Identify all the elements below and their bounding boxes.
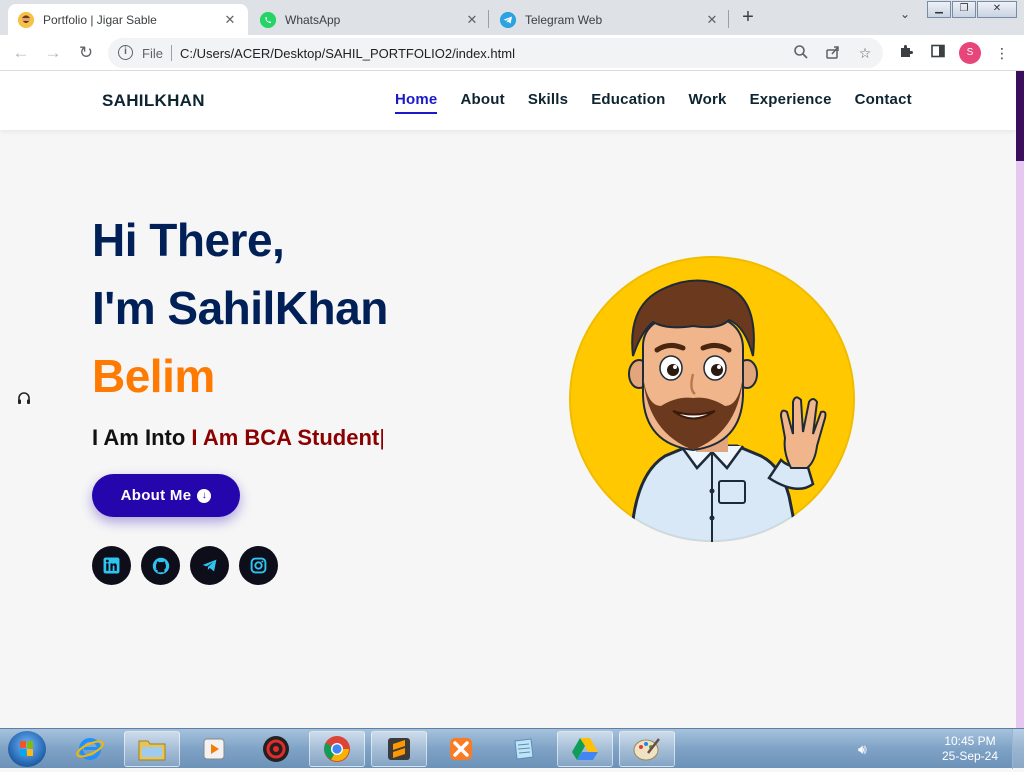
profile-avatar-illustration [569, 256, 855, 542]
close-tab-icon[interactable]: ✕ [222, 12, 238, 28]
volume-icon[interactable]: 🔊︎ [858, 741, 867, 758]
social-links [92, 546, 288, 585]
browser-tab-strip: Portfolio | Jigar Sable ✕ WhatsApp ✕ Tel… [0, 0, 1024, 35]
windows-taskbar: 🔊︎ 10:45 PM 25-Sep-24 [0, 728, 1024, 769]
headset-icon[interactable] [16, 391, 32, 407]
tab-title: WhatsApp [285, 12, 341, 27]
forward-button[interactable]: → [40, 40, 66, 66]
instagram-icon[interactable] [239, 546, 278, 585]
typing-prefix: I Am Into [92, 425, 186, 450]
file-explorer-icon[interactable] [124, 731, 180, 767]
typing-text: I Am Into I Am BCA Student| [92, 425, 385, 451]
game-app-icon[interactable] [248, 731, 304, 767]
tab-separator [728, 10, 729, 28]
tab-title: Portfolio | Jigar Sable [43, 12, 157, 27]
close-tab-icon[interactable]: ✕ [464, 12, 480, 28]
telegram-icon [500, 11, 516, 28]
page-scrollbar-thumb[interactable] [1016, 71, 1024, 161]
url-text[interactable]: C:/Users/ACER/Desktop/SAHIL_PORTFOLIO2/i… [180, 46, 515, 61]
nav-contact[interactable]: Contact [855, 91, 912, 114]
paint-icon[interactable] [619, 731, 675, 767]
notepad-icon[interactable] [495, 731, 551, 767]
tab-telegram[interactable]: Telegram Web ✕ [490, 4, 730, 35]
nav-skills[interactable]: Skills [528, 91, 568, 114]
whatsapp-icon [260, 11, 276, 28]
minimize-button[interactable]: ▁ [927, 1, 951, 18]
new-tab-button[interactable]: + [736, 6, 760, 30]
close-tab-icon[interactable]: ✕ [704, 12, 720, 28]
site-logo[interactable]: SAHILKHAN [102, 91, 205, 111]
nav-experience[interactable]: Experience [750, 91, 832, 114]
about-me-label: About Me [120, 487, 192, 504]
tab-search-icon[interactable]: ⌄ [893, 7, 917, 31]
typing-caret: | [379, 425, 385, 450]
avatar-favicon-icon [18, 11, 34, 28]
nav-home[interactable]: Home [395, 91, 438, 114]
site-info-icon[interactable]: i [118, 45, 133, 60]
bookmark-star-icon[interactable]: ☆ [856, 44, 874, 62]
omnibox-divider [171, 45, 172, 61]
google-drive-icon[interactable] [557, 731, 613, 767]
side-panel-icon[interactable] [928, 43, 948, 63]
linkedin-icon[interactable] [92, 546, 131, 585]
hero-surname: Belim [92, 350, 215, 402]
tab-title: Telegram Web [525, 12, 603, 27]
arrow-down-circle-icon: ↓ [197, 488, 212, 503]
show-desktop-button[interactable] [1012, 729, 1024, 769]
site-header: SAHILKHAN Home About Skills Education Wo… [0, 71, 1016, 130]
web-page: SAHILKHAN Home About Skills Education Wo… [0, 71, 1016, 728]
nav-education[interactable]: Education [591, 91, 665, 114]
address-bar[interactable]: i File C:/Users/ACER/Desktop/SAHIL_PORTF… [108, 38, 883, 68]
browser-toolbar: ← → ↻ i File C:/Users/ACER/Desktop/SAHIL… [0, 35, 1024, 71]
clock-date: 25-Sep-24 [941, 749, 999, 763]
reload-button[interactable]: ↻ [73, 40, 99, 66]
zoom-icon[interactable] [792, 44, 810, 62]
system-clock[interactable]: 10:45 PM 25-Sep-24 [930, 734, 1010, 764]
scheme-label: File [142, 46, 163, 61]
back-button[interactable]: ← [8, 40, 34, 66]
github-icon[interactable] [141, 546, 180, 585]
browser-menu-icon[interactable]: ⋮ [992, 43, 1012, 63]
about-me-button[interactable]: About Me ↓ [92, 474, 240, 517]
extensions-icon[interactable] [896, 43, 916, 63]
start-button[interactable] [8, 731, 46, 767]
telegram-icon[interactable] [190, 546, 229, 585]
tab-whatsapp[interactable]: WhatsApp ✕ [250, 4, 490, 35]
xampp-icon[interactable] [433, 731, 489, 767]
close-window-button[interactable]: ✕ [977, 1, 1017, 18]
profile-avatar[interactable]: S [959, 42, 981, 64]
chrome-icon[interactable] [309, 731, 365, 767]
internet-explorer-icon[interactable] [62, 731, 118, 767]
sublime-text-icon[interactable] [371, 731, 427, 767]
share-icon[interactable] [824, 44, 842, 62]
page-scrollbar-track[interactable] [1016, 71, 1024, 728]
clock-time: 10:45 PM [944, 734, 996, 748]
media-player-icon[interactable] [186, 731, 242, 767]
site-nav: Home About Skills Education Work Experie… [395, 91, 935, 114]
maximize-button[interactable]: ❐ [952, 1, 976, 18]
nav-work[interactable]: Work [689, 91, 727, 114]
nav-about[interactable]: About [460, 91, 504, 114]
tab-separator [488, 10, 489, 28]
tab-portfolio[interactable]: Portfolio | Jigar Sable ✕ [8, 4, 248, 35]
hero-name: I'm SahilKhan [92, 282, 388, 334]
hero-greeting: Hi There, [92, 214, 285, 266]
typing-role: I Am BCA Student [191, 425, 380, 450]
